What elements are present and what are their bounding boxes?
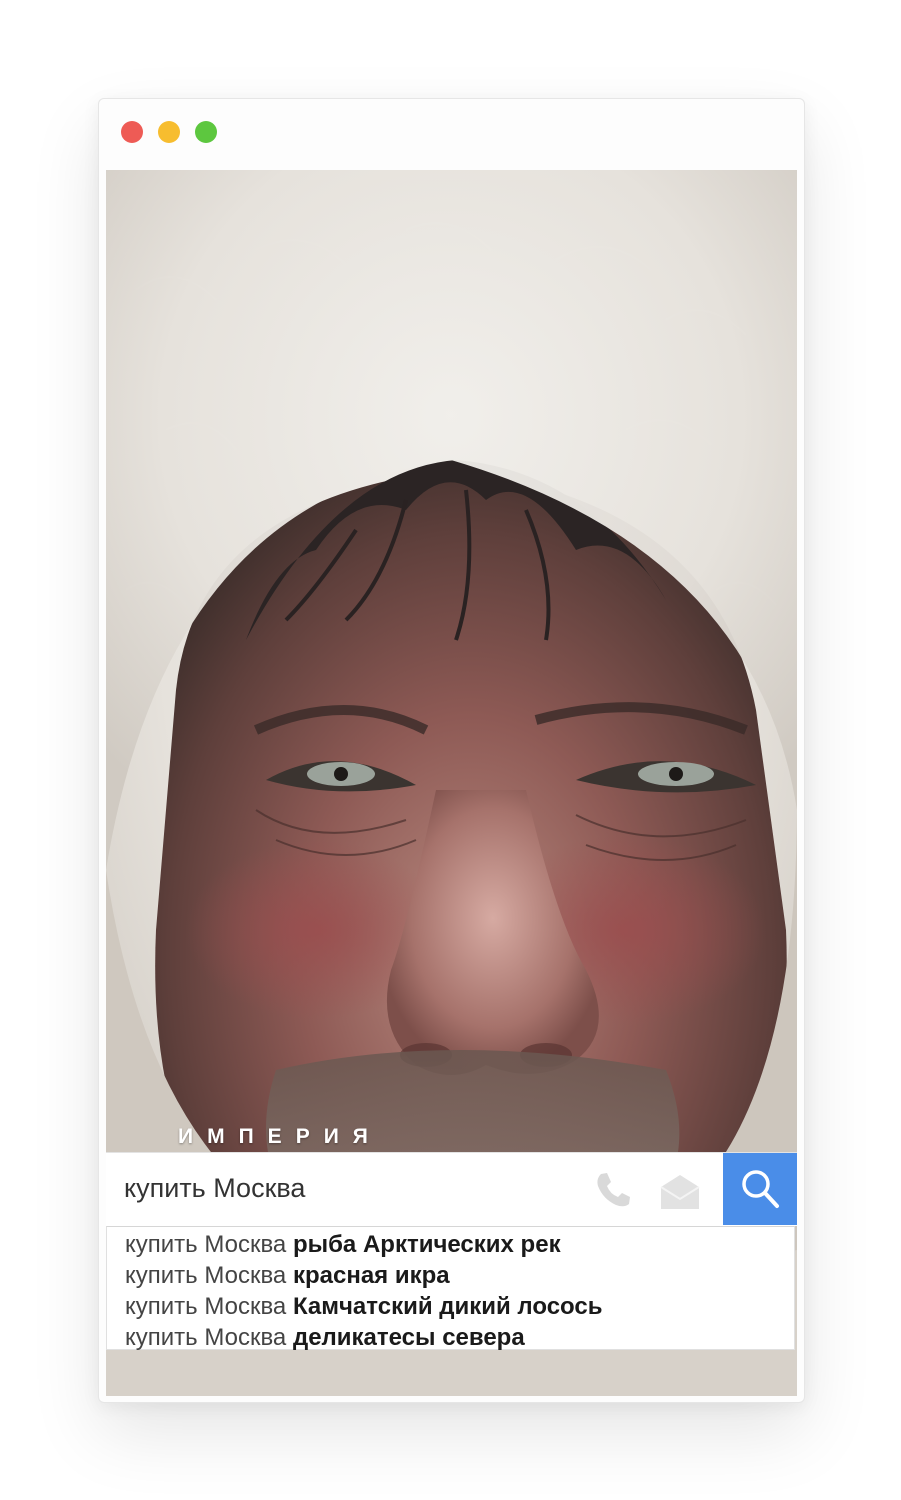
suggestion-item[interactable]: купить Москва красная икра: [107, 1260, 794, 1291]
search-input[interactable]: [106, 1153, 594, 1224]
phone-icon[interactable]: [591, 1168, 635, 1212]
hero-photo: ИМПЕРИЯ купить Москва купить Москва рыба…: [106, 170, 797, 1396]
browser-window: ИМПЕРИЯ купить Москва купить Москва рыба…: [98, 98, 805, 1403]
suggestion-item[interactable]: купить Москва Камчатский дикий лосось: [107, 1291, 794, 1322]
close-button[interactable]: [121, 121, 143, 143]
title-bar: [99, 99, 804, 169]
suggestion-list: купить Москва рыба Арктических рек купит…: [106, 1226, 795, 1353]
minimize-button[interactable]: [158, 121, 180, 143]
brand-watermark: ИМПЕРИЯ: [178, 1125, 382, 1148]
search-icon: [742, 1170, 779, 1208]
search-bar: [106, 1152, 797, 1226]
suggestion-item[interactable]: купить Москва рыба Арктических рек: [107, 1229, 794, 1260]
mail-icon[interactable]: [658, 1169, 702, 1213]
maximize-button[interactable]: [195, 121, 217, 143]
search-button[interactable]: [723, 1153, 797, 1225]
suggestion-item[interactable]: купить Москва деликатесы севера: [107, 1322, 794, 1353]
